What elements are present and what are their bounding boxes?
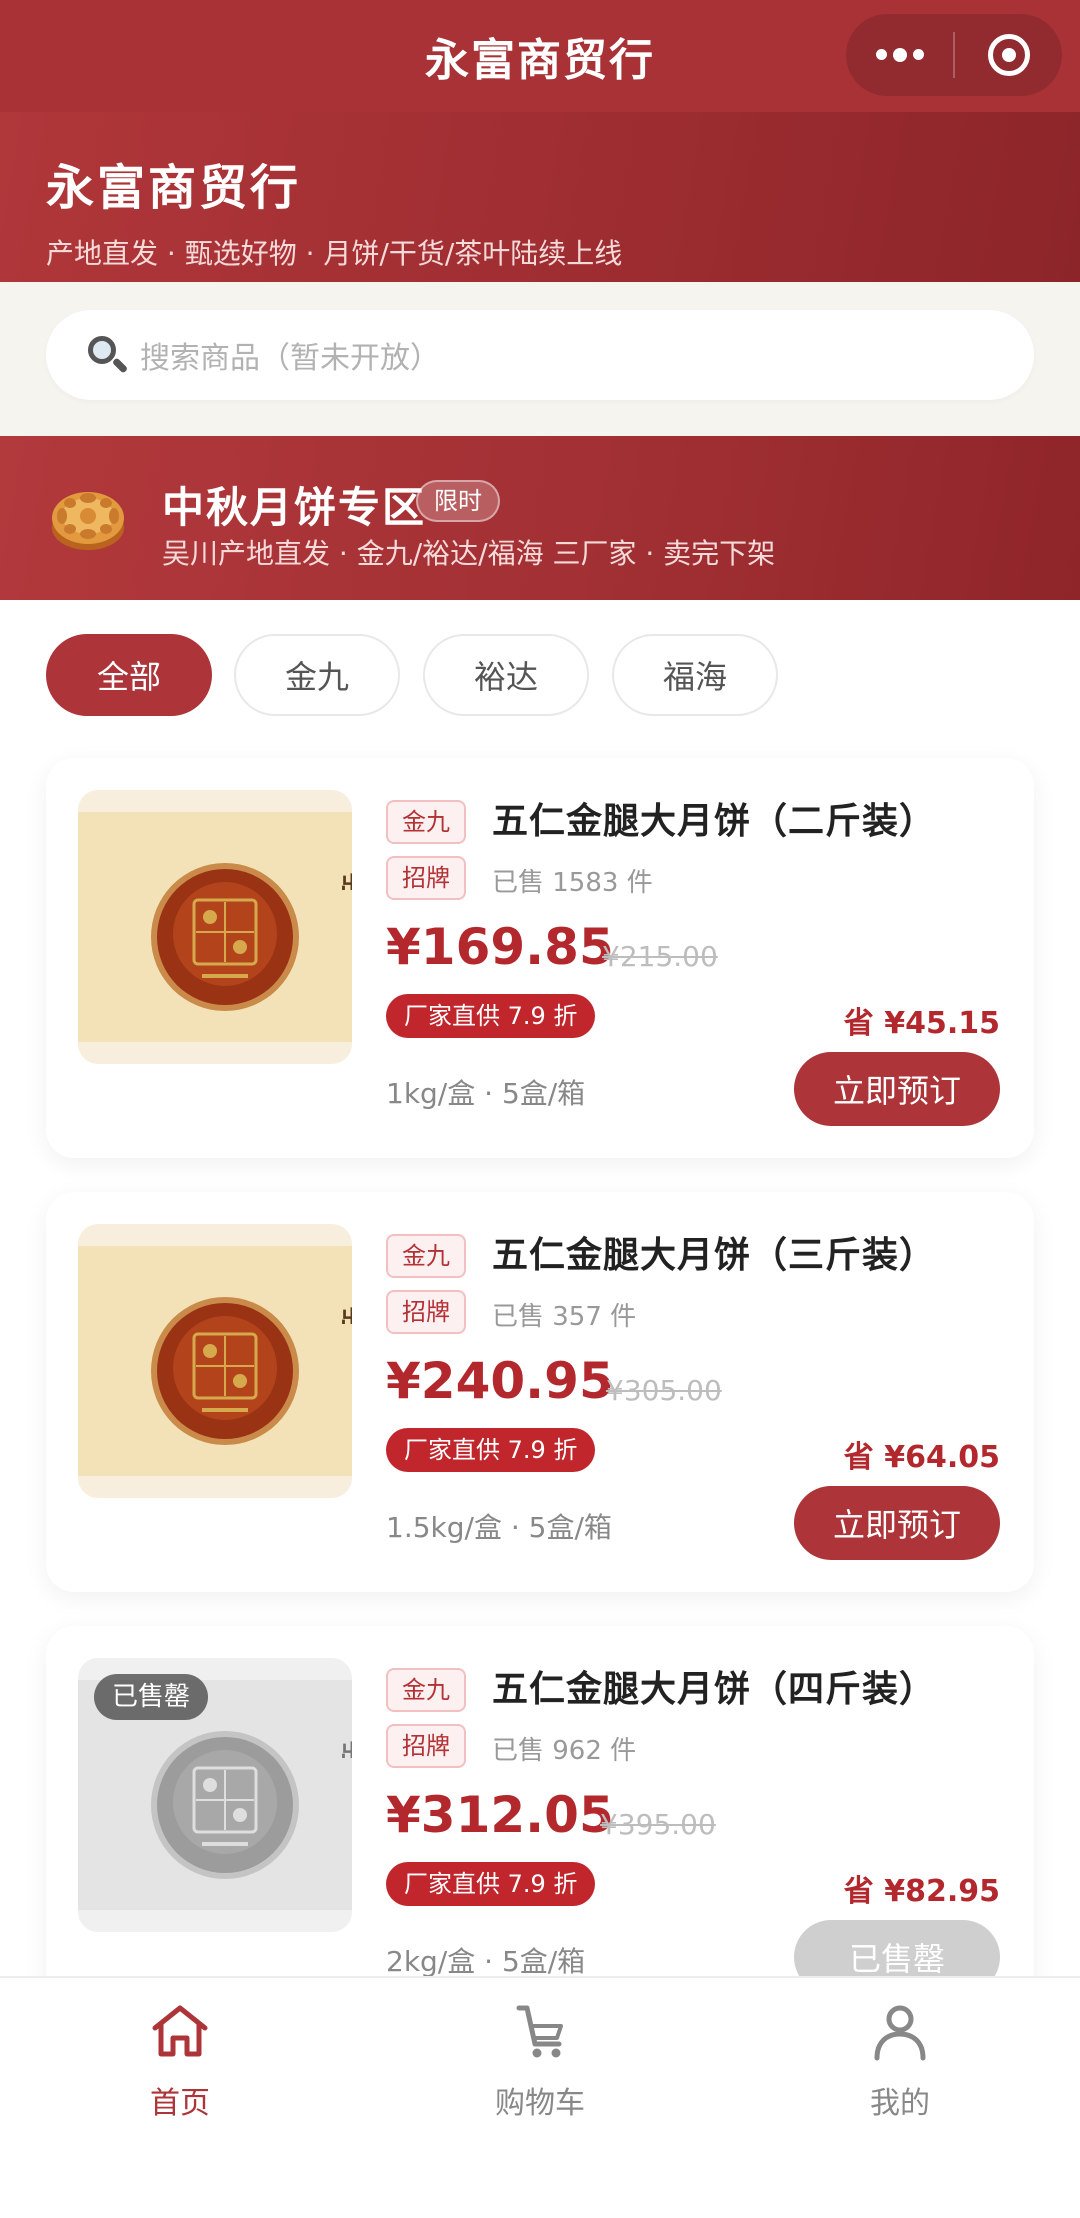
- brand-tag: 金九: [386, 1234, 466, 1278]
- promo-subtitle: 吴川产地直发 · 金九/裕达/福海 三厂家 · 卖完下架: [162, 537, 776, 570]
- filter-chip-yuda[interactable]: 裕达: [423, 634, 589, 716]
- user-icon: [874, 2005, 926, 2061]
- brand-tag: 金九: [386, 800, 466, 844]
- image-edge-text: 出: [340, 1300, 352, 1324]
- tab-home-label: 首页: [150, 2086, 210, 2121]
- filter-chip-fuhai[interactable]: 福海: [612, 634, 778, 716]
- store-header: 永富商贸行 产地直发 · 甄选好物 · 月饼/干货/茶叶陆续上线: [0, 112, 1080, 282]
- store-title: 永富商贸行: [46, 160, 302, 216]
- mooncake-box-image: [151, 863, 299, 1011]
- product-card[interactable]: 出 金九 五仁金腿大月饼（二斤装） 招牌 已售 1583 件 ¥169.85 ¥…: [46, 758, 1034, 1158]
- sold-count: 已售 962 件: [492, 1736, 637, 1766]
- filter-chip-all[interactable]: 全部: [46, 634, 212, 716]
- original-price: ¥305.00: [606, 1374, 722, 1407]
- sold-out-badge: 已售罄: [94, 1674, 209, 1720]
- more-button[interactable]: [846, 14, 953, 96]
- store-subtitle: 产地直发 · 甄选好物 · 月饼/干货/茶叶陆续上线: [46, 237, 623, 270]
- more-dots-icon: [875, 47, 924, 62]
- original-price: ¥395.00: [600, 1808, 716, 1841]
- mooncake-box-image: [151, 1297, 299, 1445]
- search-placeholder: 搜索商品（暂未开放）: [140, 341, 440, 376]
- signature-tag: 招牌: [386, 1724, 466, 1768]
- tab-cart[interactable]: 购物车: [440, 2000, 640, 2122]
- filter-chip-jinjiu[interactable]: 金九: [234, 634, 400, 716]
- tab-home[interactable]: 首页: [80, 2000, 280, 2122]
- savings: 省 ¥64.05: [843, 1440, 1000, 1475]
- spec: 1.5kg/盒 · 5盒/箱: [386, 1511, 612, 1544]
- product-image: 出 已售罄: [78, 1658, 352, 1932]
- target-icon: [987, 34, 1030, 76]
- savings: 省 ¥45.15: [843, 1006, 1000, 1041]
- search-icon: [86, 334, 129, 376]
- price: ¥312.05: [386, 1786, 614, 1844]
- original-price: ¥215.00: [602, 940, 718, 973]
- product-card[interactable]: 出 金九 五仁金腿大月饼（三斤装） 招牌 已售 357 件 ¥240.95 ¥3…: [46, 1192, 1034, 1592]
- tab-bar: 首页 购物车 我的: [0, 1976, 1080, 2218]
- discount-badge: 厂家直供 7.9 折: [386, 1428, 596, 1472]
- discount-badge: 厂家直供 7.9 折: [386, 1862, 596, 1906]
- promo-banner[interactable]: 中秋月饼专区 限时 吴川产地直发 · 金九/裕达/福海 三厂家 · 卖完下架: [0, 436, 1080, 600]
- product-name: 五仁金腿大月饼（四斤装）: [492, 1669, 937, 1710]
- price: ¥240.95: [386, 1352, 614, 1410]
- nav-title: 永富商贸行: [425, 35, 655, 86]
- discount-badge: 厂家直供 7.9 折: [386, 994, 596, 1038]
- sold-count: 已售 357 件: [492, 1302, 637, 1332]
- product-image: 出: [78, 1224, 352, 1498]
- cart-icon: [516, 2005, 563, 2058]
- signature-tag: 招牌: [386, 856, 466, 900]
- search-input[interactable]: 搜索商品（暂未开放）: [46, 310, 1034, 400]
- savings: 省 ¥82.95: [843, 1874, 1000, 1909]
- mooncake-box-image: [151, 1731, 299, 1879]
- preorder-button[interactable]: 立即预订: [794, 1052, 1000, 1126]
- search-section: 搜索商品（暂未开放）: [0, 282, 1080, 436]
- signature-tag: 招牌: [386, 1290, 466, 1334]
- preorder-button[interactable]: 立即预订: [794, 1486, 1000, 1560]
- mooncake-icon: [52, 492, 124, 550]
- brand-tag: 金九: [386, 1668, 466, 1712]
- home-icon: [152, 2005, 208, 2057]
- limited-time-badge: 限时: [416, 480, 500, 522]
- product-image: 出: [78, 790, 352, 1064]
- product-card[interactable]: 出 已售罄 金九 五仁金腿大月饼（四斤装） 招牌 已售 962 件 ¥312.0…: [46, 1626, 1034, 2026]
- close-miniprogram-button[interactable]: [955, 14, 1062, 96]
- product-name: 五仁金腿大月饼（三斤装）: [492, 1235, 937, 1276]
- image-edge-text: 出: [340, 1734, 352, 1758]
- tab-cart-label: 购物车: [495, 2086, 585, 2121]
- product-name: 五仁金腿大月饼（二斤装）: [492, 801, 937, 842]
- nav-bar: 永富商贸行: [0, 0, 1080, 112]
- miniprogram-capsule: [846, 14, 1062, 96]
- price: ¥169.85: [386, 918, 614, 976]
- tab-profile-label: 我的: [870, 2086, 930, 2121]
- tab-profile[interactable]: 我的: [800, 2000, 1000, 2122]
- sold-count: 已售 1583 件: [492, 868, 653, 898]
- spec: 2kg/盒 · 5盒/箱: [386, 1945, 586, 1978]
- promo-title: 中秋月饼专区: [162, 483, 427, 532]
- image-edge-text: 出: [340, 866, 352, 890]
- spec: 1kg/盒 · 5盒/箱: [386, 1077, 586, 1110]
